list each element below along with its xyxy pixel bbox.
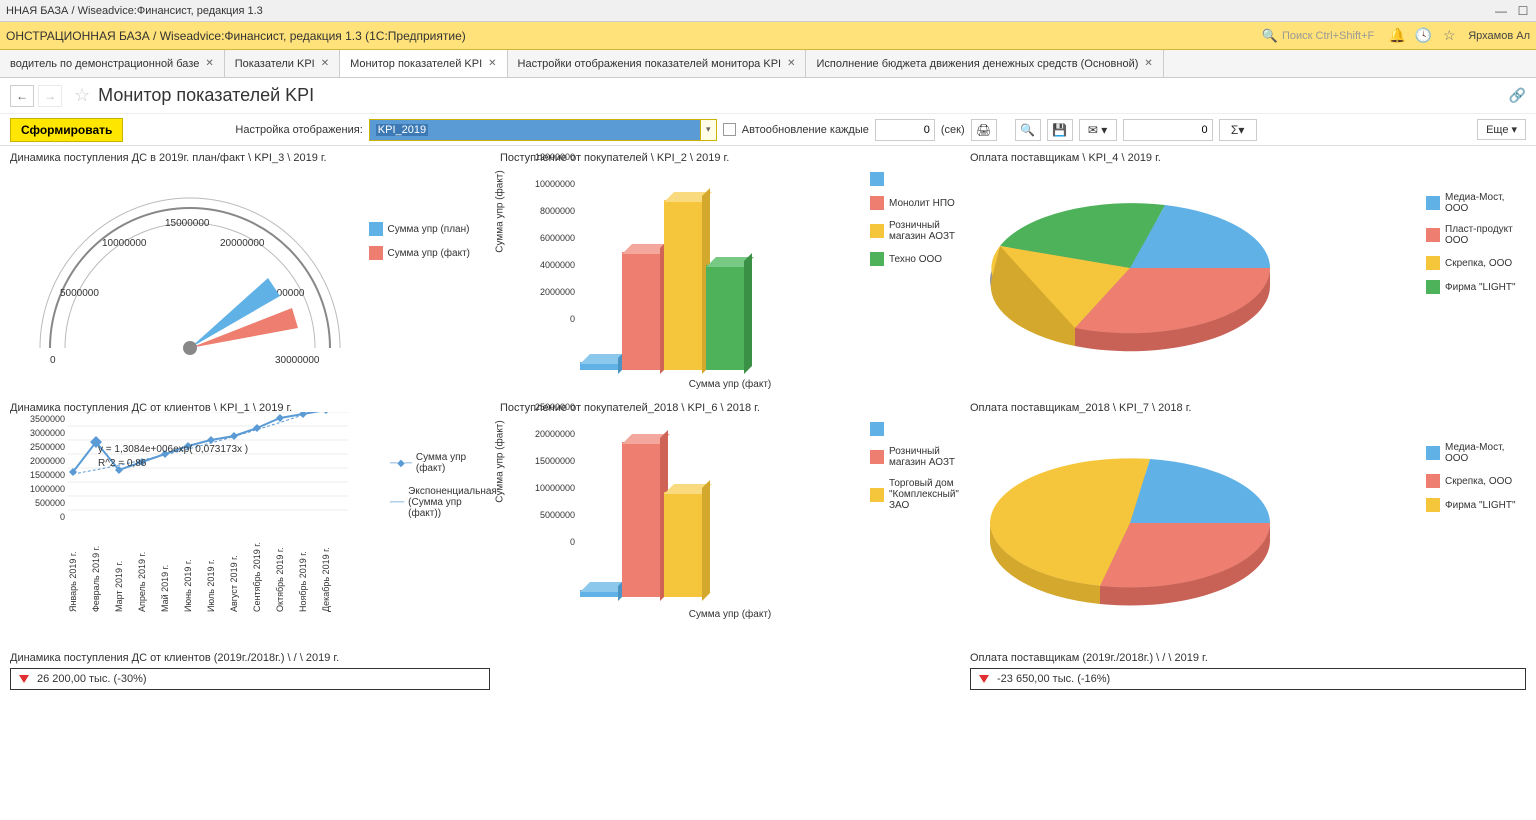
sigma-button[interactable]: Σ ▾ <box>1219 119 1257 141</box>
page-header: ← → ☆ Монитор показателей KPI 🔗 <box>0 78 1536 114</box>
link-icon[interactable]: 🔗 <box>1509 87 1526 104</box>
display-setting-label: Настройка отображения: <box>235 124 362 136</box>
save-button[interactable]: 💾 <box>1047 119 1073 141</box>
user-name[interactable]: Ярхамов Ал <box>1468 30 1530 42</box>
line-legend: ─◆─Сумма упр (факт) ──Экспоненциальная (… <box>390 452 490 529</box>
svg-text:R^2 = 0,86: R^2 = 0,86 <box>98 458 147 469</box>
panel-title: Оплата поставщикам \ KPI_4 \ 2019 г. <box>970 152 1526 164</box>
bar-panel-kpi2: Поступление от покупателей \ KPI_2 \ 201… <box>500 152 960 392</box>
pie-legend: Медиа-Мост, ООО Скрепка, ООО Фирма "LIGH… <box>1426 442 1526 522</box>
bar-chart <box>580 442 702 597</box>
down-arrow-icon <box>19 675 29 683</box>
dashboard: Динамика поступления ДС в 2019г. план/фа… <box>0 146 1536 696</box>
app-header: ОНСТРАЦИОННАЯ БАЗА / Wiseadvice:Финансис… <box>0 22 1536 50</box>
panel-title: Оплата поставщикам_2018 \ KPI_7 \ 2018 г… <box>970 402 1526 414</box>
toolbar: Сформировать Настройка отображения: KPI_… <box>0 114 1536 146</box>
forward-button[interactable]: → <box>38 85 62 107</box>
line-panel-kpi1: Динамика поступления ДС от клиентов \ KP… <box>10 402 490 642</box>
close-icon[interactable]: ✕ <box>321 58 329 69</box>
bell-icon[interactable]: 🔔 <box>1388 27 1406 45</box>
more-button[interactable]: Еще▾ <box>1477 119 1526 140</box>
summary-value: 26 200,00 тыс. (-30%) <box>37 673 147 685</box>
tab-bar: водитель по демонстрационной базе✕ Показ… <box>0 50 1536 78</box>
search-icon: 🔍 <box>1262 28 1278 44</box>
svg-text:5000000: 5000000 <box>60 288 99 299</box>
page-title: Монитор показателей KPI <box>98 85 314 106</box>
print-preview-button[interactable]: 🔍 <box>1015 119 1041 141</box>
close-icon[interactable]: ✕ <box>205 58 213 69</box>
pie-panel-kpi4: Оплата поставщикам \ KPI_4 \ 2019 г. Мед… <box>970 152 1526 392</box>
seconds-label: (сек) <box>941 124 965 136</box>
svg-text:10000000: 10000000 <box>102 238 147 249</box>
bar-legend: Розничный магазин АОЗТ Торговый дом "Ком… <box>870 422 960 521</box>
number-input[interactable] <box>1123 119 1213 141</box>
gauge-chart: 0 5000000 10000000 15000000 20000000 250… <box>10 168 370 378</box>
close-icon[interactable]: ✕ <box>787 58 795 69</box>
chevron-down-icon[interactable]: ▾ <box>700 120 716 140</box>
favorite-icon[interactable]: ☆ <box>74 85 90 106</box>
close-icon[interactable]: ✕ <box>488 58 496 69</box>
pie-chart <box>970 418 1310 618</box>
global-search[interactable]: 🔍 Поиск Ctrl+Shift+F <box>1262 28 1374 44</box>
pie-panel-kpi7: Оплата поставщикам_2018 \ KPI_7 \ 2018 г… <box>970 402 1526 642</box>
chevron-down-icon: ▾ <box>1511 123 1517 136</box>
window-title: ННАЯ БАЗА / Wiseadvice:Финансист, редакц… <box>6 5 263 17</box>
maximize-icon[interactable]: ☐ <box>1516 4 1530 18</box>
star-icon[interactable]: ☆ <box>1440 27 1458 45</box>
tab-display-settings[interactable]: Настройки отображения показателей монито… <box>508 50 807 77</box>
line-chart: y = 1,3084e+006exp( 0,073173x ) R^2 = 0,… <box>68 412 408 552</box>
summary-value-box: 26 200,00 тыс. (-30%) <box>10 668 490 690</box>
panel-title: Динамика поступления ДС в 2019г. план/фа… <box>10 152 490 164</box>
back-button[interactable]: ← <box>10 85 34 107</box>
tab-budget-execution[interactable]: Исполнение бюджета движения денежных сре… <box>806 50 1163 77</box>
bar-legend: Монолит НПО Розничный магазин АОЗТ Техно… <box>870 172 960 276</box>
panel-title: Оплата поставщикам (2019г./2018г.) \ / \… <box>970 652 1526 664</box>
history-icon[interactable]: 🕓 <box>1414 27 1432 45</box>
summary-panel-1: Динамика поступления ДС от клиентов (201… <box>10 652 490 690</box>
summary-value: -23 650,00 тыс. (-16%) <box>997 673 1110 685</box>
panel-title: Динамика поступления ДС от клиентов (201… <box>10 652 490 664</box>
summary-value-box: -23 650,00 тыс. (-16%) <box>970 668 1526 690</box>
svg-text:15000000: 15000000 <box>165 218 210 229</box>
down-arrow-icon <box>979 675 989 683</box>
bar-chart <box>580 200 744 370</box>
pie-legend: Медиа-Мост, ООО Пласт-продукт ООО Скрепк… <box>1426 192 1526 304</box>
autorefresh-seconds-input[interactable] <box>875 119 935 141</box>
display-setting-dropdown[interactable]: KPI_2019 ▾ <box>369 119 717 141</box>
autorefresh-label: Автообновление каждые <box>742 124 869 136</box>
window-titlebar: ННАЯ БАЗА / Wiseadvice:Финансист, редакц… <box>0 0 1536 22</box>
tab-kpi-monitor[interactable]: Монитор показателей KPI✕ <box>340 50 507 77</box>
svg-text:0: 0 <box>50 355 56 366</box>
autorefresh-checkbox[interactable] <box>723 123 736 136</box>
tab-demo-guide[interactable]: водитель по демонстрационной базе✕ <box>0 50 225 77</box>
app-header-text: ОНСТРАЦИОННАЯ БАЗА / Wiseadvice:Финансис… <box>6 29 466 43</box>
pie-chart <box>970 168 1310 368</box>
svg-text:30000000: 30000000 <box>275 355 320 366</box>
summary-panel-2: Оплата поставщикам (2019г./2018г.) \ / \… <box>970 652 1526 690</box>
svg-text:20000000: 20000000 <box>220 238 265 249</box>
generate-button[interactable]: Сформировать <box>10 118 123 142</box>
svg-text:y = 1,3084e+006exp( 0,073173: y = 1,3084e+006exp( 0,073173x ) <box>98 444 248 455</box>
gauge-legend: Сумма упр (план) Сумма упр (факт) <box>369 222 470 270</box>
search-placeholder: Поиск Ctrl+Shift+F <box>1282 30 1374 42</box>
minimize-icon[interactable]: — <box>1494 4 1508 18</box>
email-button[interactable]: ✉ ▾ <box>1079 119 1117 141</box>
tab-kpi-indicators[interactable]: Показатели KPI✕ <box>225 50 340 77</box>
print-button[interactable]: 🖨 <box>971 119 997 141</box>
gauge-panel: Динамика поступления ДС в 2019г. план/фа… <box>10 152 490 392</box>
close-icon[interactable]: ✕ <box>1144 58 1152 69</box>
bar-panel-kpi6: Поступление от покупателей_2018 \ KPI_6 … <box>500 402 960 642</box>
